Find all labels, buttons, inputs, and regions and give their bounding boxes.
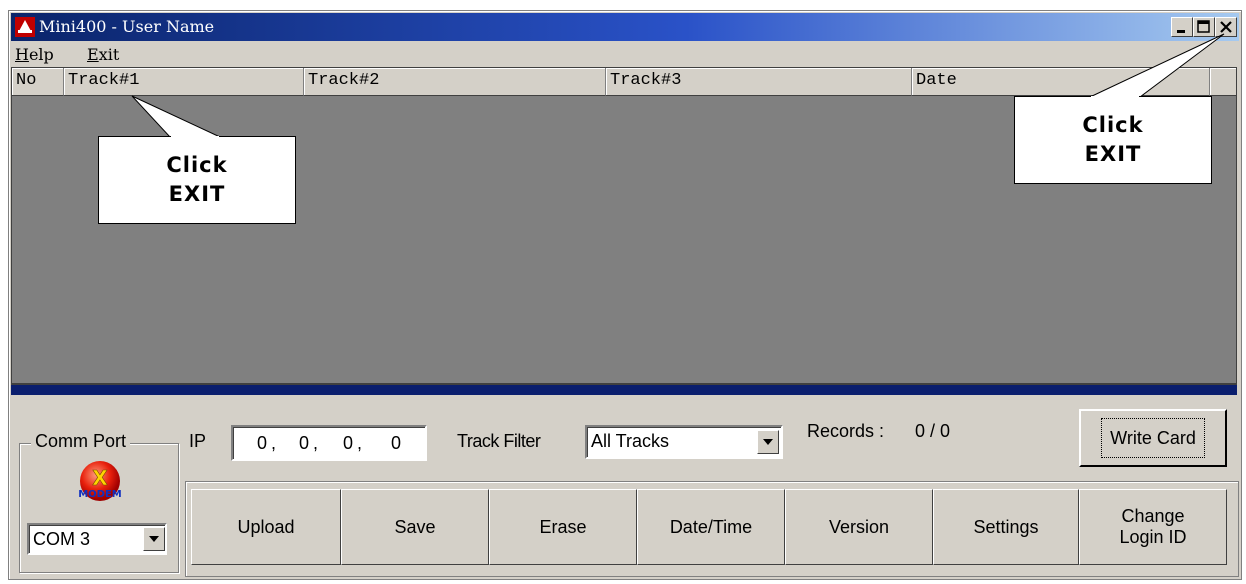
callout-pointer-joins xyxy=(171,96,1139,138)
